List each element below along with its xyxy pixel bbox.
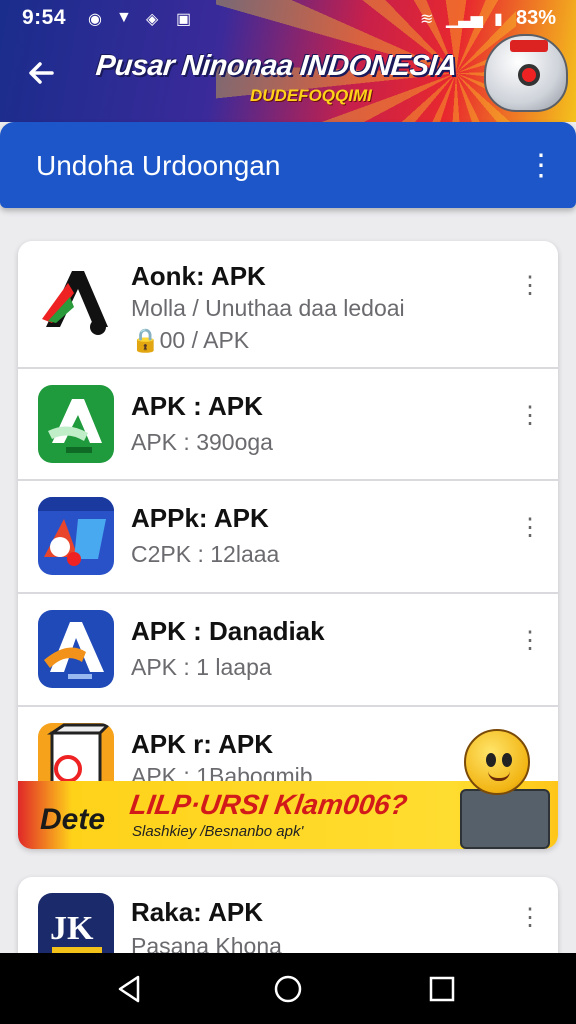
list-item[interactable]: APPk: APK C2PK : 12laaa ⋮ bbox=[18, 481, 558, 594]
toolbar-title: Undoha Urdoongan bbox=[36, 150, 281, 181]
app-meta: 🔒00 / APK bbox=[131, 327, 250, 353]
list-item[interactable]: Aonk: APK Molla / Unuthaa daa ledoai 🔒00… bbox=[18, 241, 558, 369]
app-subtitle: C2PK : 12laaa bbox=[131, 541, 280, 567]
robot-eye bbox=[518, 64, 540, 86]
record-icon: ◉ bbox=[88, 11, 102, 28]
signal-icon: ▁▃▅ bbox=[446, 11, 483, 28]
overflow-menu-icon[interactable]: ⋮ bbox=[526, 146, 556, 186]
app-title: APK r: APK bbox=[131, 729, 274, 759]
nav-home-icon[interactable] bbox=[270, 971, 306, 1007]
toolbar: Undoha Urdoongan ⋮ bbox=[0, 122, 576, 208]
app-subtitle: APK : 1 laapa bbox=[131, 654, 272, 680]
battery-percent: 83% bbox=[515, 7, 556, 29]
nav-home-svg bbox=[274, 975, 302, 1003]
download-icon: ▼ bbox=[116, 9, 132, 26]
mascot-icon bbox=[464, 729, 530, 795]
banner-title: Pusar Ninonaa INDONESIA bbox=[94, 50, 459, 82]
nav-recents-svg bbox=[429, 976, 455, 1002]
mascot-mouth bbox=[488, 771, 510, 781]
app-subtitle: APK : 390oga bbox=[131, 429, 273, 455]
back-arrow-icon[interactable] bbox=[26, 58, 62, 94]
blue-a-logo-icon bbox=[44, 622, 104, 679]
app-icon-aonk bbox=[38, 263, 114, 341]
image-icon: ▣ bbox=[176, 11, 192, 28]
mascot-eye-left bbox=[486, 753, 496, 767]
nav-back-icon[interactable] bbox=[112, 971, 148, 1007]
app-title: Raka: APK bbox=[131, 897, 263, 927]
status-time: 9:54 bbox=[22, 6, 67, 29]
green-a-logo-icon bbox=[48, 399, 102, 453]
nav-recents-icon[interactable] bbox=[424, 971, 460, 1007]
mascot-eye-right bbox=[502, 753, 512, 767]
robot-tag bbox=[510, 40, 548, 52]
leaf-icon: ◈ bbox=[146, 11, 159, 28]
app-list-card: Aonk: APK Molla / Unuthaa daa ledoai 🔒00… bbox=[18, 241, 558, 849]
banner-subtitle: DUDEFOQQIMI bbox=[250, 86, 372, 105]
promo-subtitle: Slashkiey /Besnanbo apk' bbox=[132, 823, 304, 840]
app-title: Aonk: APK bbox=[131, 261, 266, 291]
row-overflow-icon[interactable]: ⋮ bbox=[518, 903, 542, 933]
row-overflow-icon[interactable]: ⋮ bbox=[518, 271, 542, 301]
app-title: APK : APK bbox=[131, 391, 263, 421]
svg-text:JK: JK bbox=[50, 910, 94, 947]
multicolor-logo-icon bbox=[38, 497, 114, 566]
robot-mascot-icon bbox=[484, 34, 568, 112]
app-icon-multicolor bbox=[38, 497, 114, 575]
promo-title: LILP·URSI Klam006? bbox=[127, 789, 410, 820]
app-subtitle: Molla / Unuthaa daa ledoai bbox=[131, 295, 405, 321]
status-bar: 9:54 ◉ ▼ ◈ ▣ ≋ ▁▃▅ ▮ 83% bbox=[0, 4, 576, 32]
row-overflow-icon[interactable]: ⋮ bbox=[518, 626, 542, 656]
aonk-logo-icon bbox=[42, 271, 108, 335]
app-title: APPk: APK bbox=[131, 503, 269, 533]
list-item[interactable]: APK : Danadiak APK : 1 laapa ⋮ bbox=[18, 594, 558, 707]
back-arrow-svg bbox=[29, 62, 54, 84]
app-title: APK : Danadiak bbox=[131, 616, 325, 646]
nav-back-svg bbox=[118, 975, 140, 1003]
app-icon-blue-a bbox=[38, 610, 114, 688]
promo-lead: Dete bbox=[40, 803, 106, 836]
list-item[interactable]: APK : APK APK : 390oga ⋮ bbox=[18, 369, 558, 481]
row-overflow-icon[interactable]: ⋮ bbox=[518, 513, 542, 543]
system-nav-bar bbox=[0, 953, 576, 1024]
app-header-banner: 9:54 ◉ ▼ ◈ ▣ ≋ ▁▃▅ ▮ 83% Pusar Ninonaa I… bbox=[0, 0, 576, 122]
wifi-icon: ≋ bbox=[420, 11, 434, 28]
battery-icon: ▮ bbox=[494, 11, 503, 28]
row-overflow-icon[interactable]: ⋮ bbox=[518, 401, 542, 431]
machine-illustration bbox=[460, 789, 550, 849]
app-icon-green-a bbox=[38, 385, 114, 463]
